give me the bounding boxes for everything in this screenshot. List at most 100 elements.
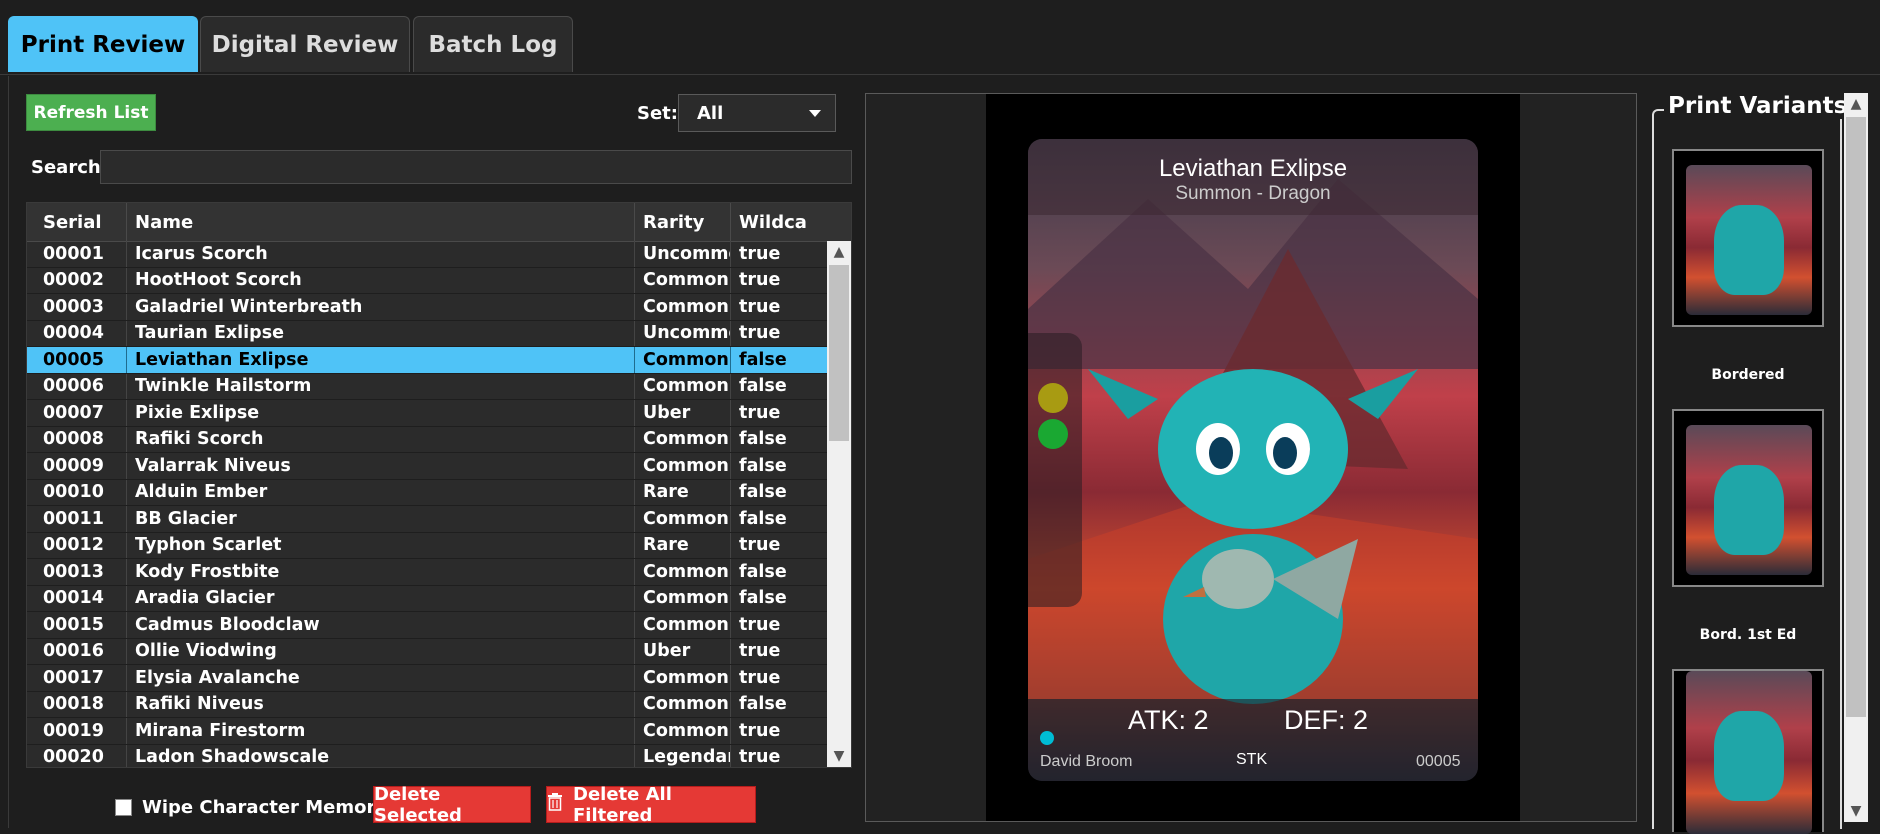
cell-rarity: Common: [635, 294, 731, 320]
refresh-list-button[interactable]: Refresh List: [26, 94, 156, 131]
variant-thumbnail-bordered[interactable]: [1672, 149, 1824, 327]
table-row[interactable]: 00009 Valarrak Niveus Common false: [27, 453, 827, 480]
scroll-down-icon[interactable]: ▼: [827, 745, 851, 767]
wipe-memory-checkbox[interactable]: [115, 798, 132, 816]
card-artist: David Broom: [1040, 753, 1133, 770]
table-row[interactable]: 00008 Rafiki Scorch Common false: [27, 426, 827, 453]
cell-serial: 00009: [35, 453, 127, 479]
cell-wildcard: true: [739, 614, 781, 635]
cell-serial: 00001: [35, 241, 127, 267]
wipe-memory-label: Wipe Character Memory: [142, 796, 388, 818]
cell-serial: 00017: [35, 665, 127, 691]
table-row[interactable]: 00002 HootHoot Scorch Common true: [27, 267, 827, 294]
cell-serial: 00010: [35, 479, 127, 505]
column-header-rarity[interactable]: Rarity: [635, 203, 731, 241]
table-row[interactable]: 00007 Pixie Exlipse Uber true: [27, 400, 827, 427]
variant-dragon: [1714, 711, 1784, 801]
scroll-down-icon[interactable]: ▼: [1844, 800, 1868, 822]
table-row[interactable]: 00015 Cadmus Bloodclaw Common true: [27, 612, 827, 639]
cell-rarity: Uncommon: [635, 241, 731, 267]
cell-wildcard: false: [739, 694, 787, 715]
search-input[interactable]: [100, 150, 852, 184]
tab-bar: Print Review Digital Review Batch Log: [0, 0, 1880, 75]
wipe-memory-option[interactable]: Wipe Character Memory: [115, 794, 387, 820]
cell-name: BB Glacier: [127, 506, 635, 532]
column-header-name[interactable]: Name: [127, 203, 635, 241]
variant-label: Bord. 1st Ed: [1699, 627, 1797, 643]
trash-icon: [547, 793, 563, 816]
cell-serial: 00004: [35, 320, 127, 346]
cell-rarity: Common: [635, 585, 731, 611]
table-row[interactable]: 00004Taurian ExlipseUncommon true: [27, 320, 827, 347]
cell-rarity: Common: [635, 267, 731, 293]
cell-rarity: Common: [635, 691, 731, 717]
table-row[interactable]: 00001Icarus ScorchUncommon true: [27, 241, 827, 268]
cell-serial: 00008: [35, 426, 127, 452]
cell-name: Taurian Exlipse: [127, 320, 635, 346]
cell-name: Cadmus Bloodclaw: [127, 612, 635, 638]
variant-art: [1686, 671, 1812, 834]
scrollbar-thumb[interactable]: [1846, 117, 1866, 717]
variant-art: [1686, 165, 1812, 315]
scroll-up-icon[interactable]: ▲: [827, 241, 851, 263]
variant-dragon: [1714, 205, 1784, 295]
table-row[interactable]: 00013 Kody Frostbite Common false: [27, 559, 827, 586]
cell-wildcard: true: [739, 720, 781, 741]
variant-thumbnail-first-edition[interactable]: [1672, 409, 1824, 587]
table-row[interactable]: 00012 Typhon Scarlet Rare true: [27, 532, 827, 559]
cell-serial: 00019: [35, 718, 127, 744]
card-set-code: STK: [1236, 751, 1268, 768]
green-mana-icon: [1038, 419, 1068, 449]
cell-serial: 00002: [35, 267, 127, 293]
column-header-serial[interactable]: Serial: [35, 203, 127, 241]
table-body: 00001Icarus ScorchUncommontrue00002HootH…: [27, 241, 827, 767]
card-preview: Leviathan Exlipse Summon - Dragon ATK: 2…: [1028, 139, 1478, 781]
table-row[interactable]: 00010 Alduin Ember Rare false: [27, 479, 827, 506]
set-select[interactable]: All: [678, 94, 836, 132]
table-row[interactable]: 00017 Elysia Avalanche Common true: [27, 665, 827, 692]
cell-wildcard: true: [739, 243, 781, 264]
table-row[interactable]: 00018 Rafiki Niveus Common false: [27, 691, 827, 718]
cell-name: Galadriel Winterbreath: [127, 294, 635, 320]
table-row[interactable]: 00003 Galadriel Winterbreath Common true: [27, 294, 827, 321]
cell-wildcard: true: [739, 535, 781, 556]
cell-rarity: Common: [635, 559, 731, 585]
variants-title: Print Variants: [1664, 93, 1852, 119]
table-row[interactable]: 00006 Twinkle Hailstorm Common false: [27, 373, 827, 400]
scroll-up-icon[interactable]: ▲: [1844, 93, 1868, 115]
table-row[interactable]: 00020Ladon ShadowscaleLegendary true: [27, 744, 827, 767]
cell-name: Ladon Shadowscale: [127, 744, 635, 767]
delete-selected-button[interactable]: Delete Selected: [373, 784, 531, 826]
cell-name: Valarrak Niveus: [127, 453, 635, 479]
cell-name: Pixie Exlipse: [127, 400, 635, 426]
tab-batch-log[interactable]: Batch Log: [413, 16, 573, 72]
variant-label: Bordered: [1711, 367, 1785, 383]
variant-thumbnail-third[interactable]: [1672, 669, 1824, 834]
tab-label: Digital Review: [211, 31, 399, 58]
cell-wildcard: true: [739, 270, 781, 291]
cell-serial: 00003: [35, 294, 127, 320]
table-row[interactable]: 00005 Leviathan Exlipse Common false: [27, 347, 827, 374]
table-row[interactable]: 00019 Mirana Firestorm Common true: [27, 718, 827, 745]
table-row[interactable]: 00016 Ollie Viodwing Uber true: [27, 638, 827, 665]
cell-rarity: Common: [635, 426, 731, 452]
variant-dragon: [1714, 465, 1784, 555]
table-scrollbar[interactable]: ▲ ▼: [827, 241, 851, 767]
cell-rarity: Uber: [635, 400, 731, 426]
cell-rarity: Uber: [635, 638, 731, 664]
variants-scrollbar[interactable]: ▲ ▼: [1844, 93, 1868, 822]
card-preview-panel: Leviathan Exlipse Summon - Dragon ATK: 2…: [865, 93, 1637, 822]
card-type: Summon - Dragon: [1175, 183, 1331, 204]
tab-print-review[interactable]: Print Review: [8, 16, 198, 72]
cell-name: Mirana Firestorm: [127, 718, 635, 744]
column-header-wildcard[interactable]: Wildcard: [731, 203, 807, 241]
cell-wildcard: false: [739, 482, 787, 503]
table-row[interactable]: 00011 BB Glacier Common false: [27, 506, 827, 533]
cell-wildcard: true: [739, 402, 781, 423]
cell-rarity: Common: [635, 718, 731, 744]
scrollbar-thumb[interactable]: [829, 265, 849, 441]
cell-name: Elysia Avalanche: [127, 665, 635, 691]
tab-digital-review[interactable]: Digital Review: [200, 16, 410, 72]
table-row[interactable]: 00014 Aradia Glacier Common false: [27, 585, 827, 612]
delete-all-filtered-button[interactable]: Delete All Filtered: [546, 784, 756, 826]
